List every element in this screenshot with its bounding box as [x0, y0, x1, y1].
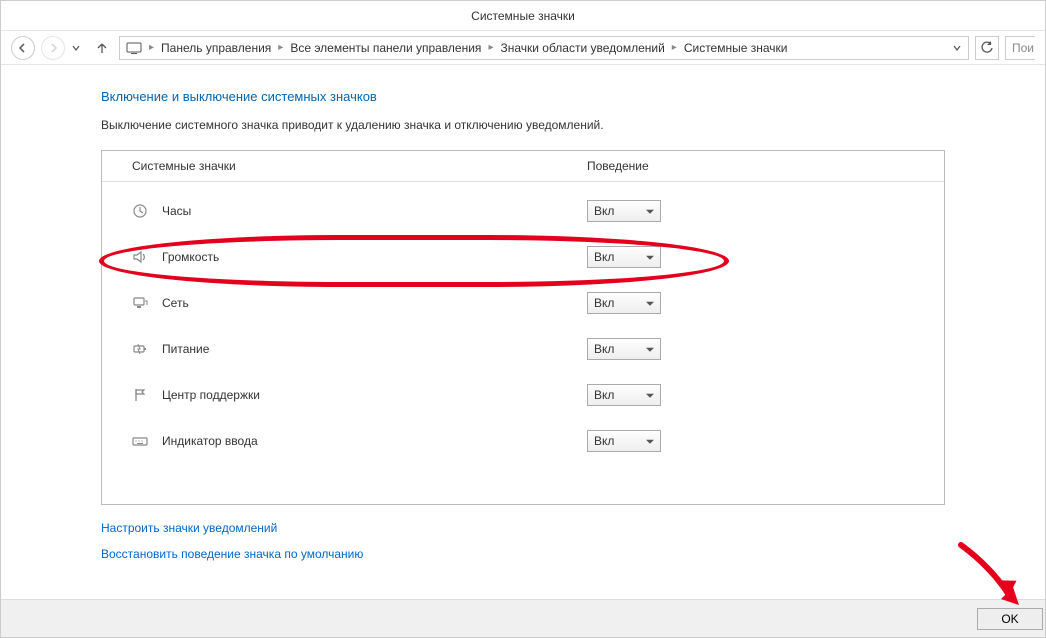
window-title: Системные значки: [471, 9, 575, 23]
forward-button[interactable]: [41, 36, 65, 60]
keyboard-icon: [132, 433, 162, 449]
network-icon: [132, 295, 162, 311]
breadcrumb-separator-icon: ▸: [669, 42, 680, 53]
power-icon: [132, 341, 162, 357]
search-input[interactable]: Пои: [1005, 36, 1035, 60]
flag-icon: [132, 387, 162, 403]
table-header: Системные значки Поведение: [102, 151, 944, 182]
breadcrumb-separator-icon: ▸: [485, 42, 496, 53]
breadcrumb-item[interactable]: Системные значки: [684, 41, 788, 55]
table-row: Часы Вкл: [102, 188, 944, 234]
behavior-select[interactable]: Вкл: [587, 338, 661, 360]
table-row: Сеть Вкл: [102, 280, 944, 326]
clock-icon: [132, 203, 162, 219]
row-label: Центр поддержки: [162, 388, 587, 402]
volume-icon: [132, 249, 162, 265]
breadcrumb-separator-icon: ▸: [275, 42, 286, 53]
behavior-select[interactable]: Вкл: [587, 430, 661, 452]
content-area: Включение и выключение системных значков…: [1, 65, 1045, 583]
dialog-footer: OK: [1, 599, 1045, 637]
breadcrumb-separator-icon: ▸: [146, 42, 157, 53]
row-label: Индикатор ввода: [162, 434, 587, 448]
row-label: Часы: [162, 204, 587, 218]
restore-defaults-link[interactable]: Восстановить поведение значка по умолчан…: [101, 547, 945, 561]
behavior-select[interactable]: Вкл: [587, 384, 661, 406]
behavior-select[interactable]: Вкл: [587, 292, 661, 314]
row-label: Питание: [162, 342, 587, 356]
breadcrumb-item[interactable]: Значки области уведомлений: [500, 41, 664, 55]
row-label: Громкость: [162, 250, 587, 264]
address-dropdown-icon[interactable]: [952, 43, 962, 53]
breadcrumb-item[interactable]: Панель управления: [161, 41, 271, 55]
column-header-behavior: Поведение: [587, 159, 944, 173]
row-label: Сеть: [162, 296, 587, 310]
page-heading: Включение и выключение системных значков: [101, 89, 945, 104]
search-placeholder: Пои: [1012, 41, 1034, 55]
column-header-icons: Системные значки: [132, 159, 587, 173]
breadcrumb-item[interactable]: Все элементы панели управления: [290, 41, 481, 55]
system-icons-table: Системные значки Поведение Часы Вкл: [101, 150, 945, 505]
history-dropdown[interactable]: [71, 43, 85, 53]
behavior-select[interactable]: Вкл: [587, 200, 661, 222]
table-row: Центр поддержки Вкл: [102, 372, 944, 418]
ok-button[interactable]: OK: [977, 608, 1043, 630]
related-links: Настроить значки уведомлений Восстановит…: [101, 521, 945, 561]
table-row: Индикатор ввода Вкл: [102, 418, 944, 464]
table-row: Питание Вкл: [102, 326, 944, 372]
page-subtext: Выключение системного значка приводит к …: [101, 118, 945, 132]
navigation-bar: ▸ Панель управления ▸ Все элементы панел…: [1, 31, 1045, 65]
table-body: Часы Вкл Громкость Вкл: [102, 182, 944, 504]
up-button[interactable]: [91, 37, 113, 59]
control-panel-icon: [126, 41, 142, 55]
address-bar[interactable]: ▸ Панель управления ▸ Все элементы панел…: [119, 36, 969, 60]
table-row: Громкость Вкл: [102, 234, 944, 280]
back-button[interactable]: [11, 36, 35, 60]
refresh-button[interactable]: [975, 36, 999, 60]
customize-icons-link[interactable]: Настроить значки уведомлений: [101, 521, 945, 535]
window-titlebar: Системные значки: [1, 1, 1045, 31]
behavior-select[interactable]: Вкл: [587, 246, 661, 268]
